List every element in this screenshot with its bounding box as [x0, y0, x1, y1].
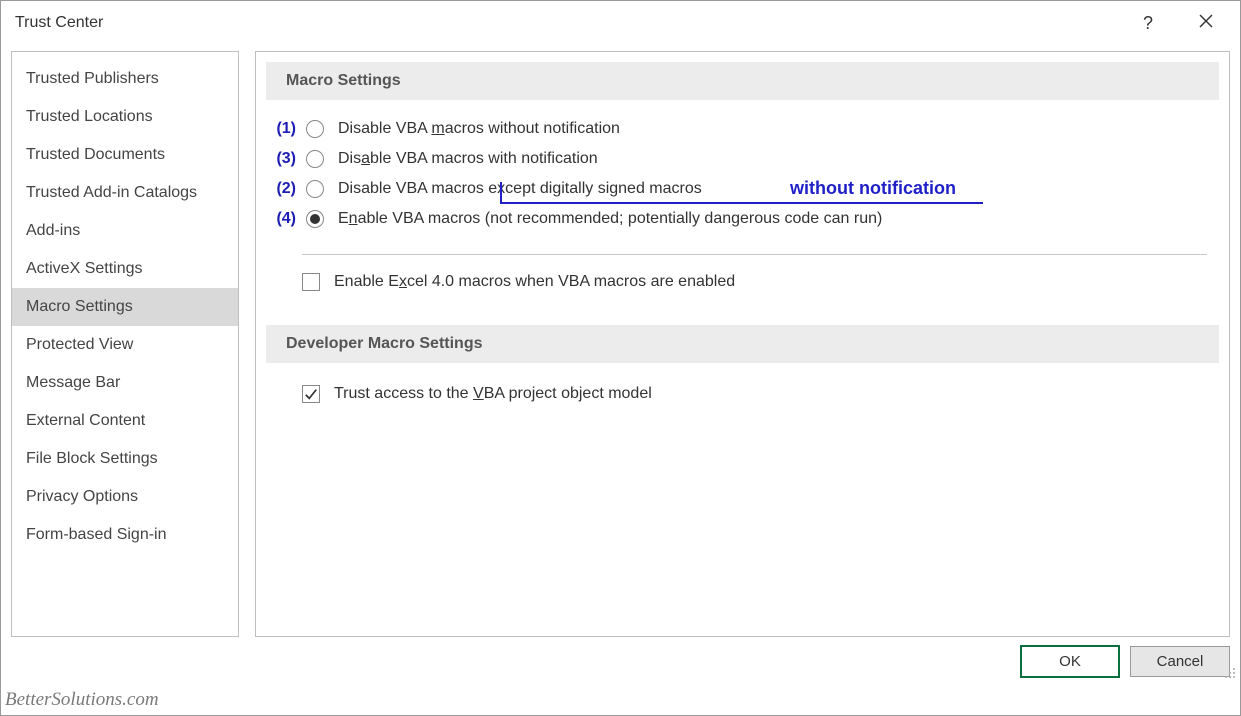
- sidebar: Trusted Publishers Trusted Locations Tru…: [11, 51, 239, 637]
- radio-label: Enable VBA macros (not recommended; pote…: [338, 210, 882, 228]
- checkbox-label: Enable Excel 4.0 macros when VBA macros …: [334, 273, 735, 291]
- sidebar-item-macro-settings[interactable]: Macro Settings: [12, 288, 238, 326]
- sidebar-item-trusted-publishers[interactable]: Trusted Publishers: [12, 60, 238, 98]
- checkbox-label: Trust access to the VBA project object m…: [334, 385, 652, 403]
- sidebar-item-message-bar[interactable]: Message Bar: [12, 364, 238, 402]
- macro-radio-group: (1) Disable VBA macros without notificat…: [256, 100, 1229, 244]
- sidebar-item-file-block-settings[interactable]: File Block Settings: [12, 440, 238, 478]
- radio-icon[interactable]: [306, 150, 324, 168]
- trust-center-dialog: Trust Center ? Trusted Publishers Truste…: [0, 0, 1241, 716]
- ok-button[interactable]: OK: [1020, 645, 1120, 678]
- sidebar-item-privacy-options[interactable]: Privacy Options: [12, 478, 238, 516]
- annotation-number: (3): [264, 150, 296, 168]
- watermark-text: BetterSolutions.com: [5, 689, 159, 711]
- developer-macro-header: Developer Macro Settings: [266, 325, 1219, 363]
- sidebar-item-protected-view[interactable]: Protected View: [12, 326, 238, 364]
- help-icon[interactable]: ?: [1128, 13, 1168, 34]
- checkbox-icon[interactable]: [302, 385, 320, 403]
- annotation-number: (1): [264, 120, 296, 138]
- close-icon[interactable]: [1186, 13, 1226, 34]
- radio-icon[interactable]: [306, 120, 324, 138]
- main-panel: Macro Settings (1) Disable VBA macros wi…: [255, 51, 1230, 637]
- sidebar-item-add-ins[interactable]: Add-ins: [12, 212, 238, 250]
- checkbox-icon[interactable]: [302, 273, 320, 291]
- sidebar-item-external-content[interactable]: External Content: [12, 402, 238, 440]
- radio-enable-all[interactable]: (4) Enable VBA macros (not recommended; …: [256, 204, 1229, 234]
- radio-label: Disable VBA macros without notification: [338, 120, 620, 138]
- radio-label: Disable VBA macros with notification: [338, 150, 598, 168]
- sidebar-item-trusted-addin-catalogs[interactable]: Trusted Add-in Catalogs: [12, 174, 238, 212]
- macro-settings-header: Macro Settings: [266, 62, 1219, 100]
- annotation-number: (4): [264, 210, 296, 228]
- dialog-footer: OK Cancel: [11, 643, 1230, 679]
- sidebar-item-trusted-documents[interactable]: Trusted Documents: [12, 136, 238, 174]
- radio-icon[interactable]: [306, 210, 324, 228]
- resize-grip-icon[interactable]: [1222, 665, 1236, 679]
- radio-icon[interactable]: [306, 180, 324, 198]
- excel4-checkbox-row[interactable]: Enable Excel 4.0 macros when VBA macros …: [256, 269, 1229, 297]
- radio-label: Disable VBA macros except digitally sign…: [338, 180, 702, 198]
- radio-disable-with-notification[interactable]: (3) Disable VBA macros with notification: [256, 144, 1229, 174]
- radio-disable-without-notification[interactable]: (1) Disable VBA macros without notificat…: [256, 114, 1229, 144]
- window-title: Trust Center: [15, 14, 103, 32]
- section-divider: [302, 254, 1207, 255]
- title-bar: Trust Center ?: [1, 1, 1240, 45]
- dialog-body: Trusted Publishers Trusted Locations Tru…: [11, 51, 1230, 637]
- trust-vba-checkbox-row[interactable]: Trust access to the VBA project object m…: [256, 381, 1229, 409]
- sidebar-item-trusted-locations[interactable]: Trusted Locations: [12, 98, 238, 136]
- annotation-number: (2): [264, 180, 296, 198]
- sidebar-item-activex-settings[interactable]: ActiveX Settings: [12, 250, 238, 288]
- sidebar-item-form-based-signin[interactable]: Form-based Sign-in: [12, 516, 238, 554]
- radio-disable-except-signed[interactable]: (2) Disable VBA macros except digitally …: [256, 174, 1229, 204]
- cancel-button[interactable]: Cancel: [1130, 646, 1230, 677]
